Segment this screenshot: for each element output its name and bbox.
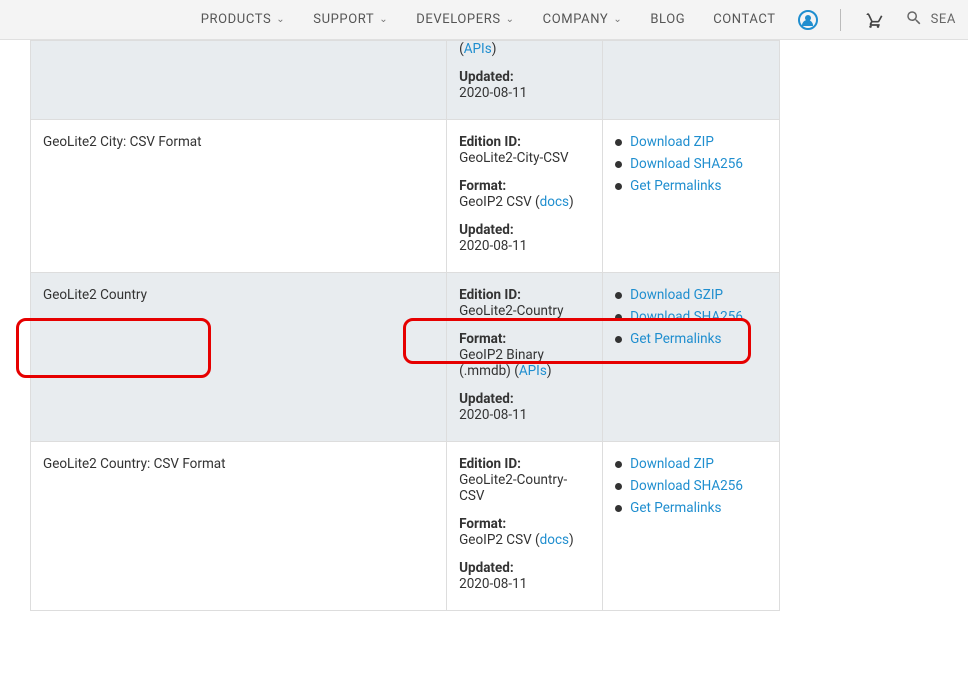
db-name: GeoLite2 Country <box>43 287 147 303</box>
format-value: GeoIP2 Binary (.mmdb) (APIs) <box>459 347 590 379</box>
nav-links: PRODUCTS⌄ SUPPORT⌄ DEVELOPERS⌄ COMPANY⌄ … <box>201 12 776 27</box>
db-meta-cell: Edition ID: GeoLite2-Country Format: Geo… <box>447 273 603 442</box>
apis-link[interactable]: APIs <box>464 41 492 57</box>
download-zip-link[interactable]: Download ZIP <box>630 134 714 150</box>
search-icon <box>905 9 923 31</box>
table-row: GeoLite2 Country: CSV Format Edition ID:… <box>31 442 780 611</box>
top-navigation: PRODUCTS⌄ SUPPORT⌄ DEVELOPERS⌄ COMPANY⌄ … <box>0 0 968 40</box>
db-name-cell: GeoLite2 Country: CSV Format <box>31 442 447 611</box>
bullet-icon <box>615 139 622 146</box>
db-name-cell: GeoLite2 Country <box>31 273 447 442</box>
chevron-down-icon: ⌄ <box>613 14 622 25</box>
db-name-cell: GeoLite2 City: CSV Format <box>31 120 447 273</box>
download-gzip-link[interactable]: Download GZIP <box>630 287 723 303</box>
nav-products[interactable]: PRODUCTS⌄ <box>201 12 286 27</box>
format-value: GeoIP2 CSV (docs) <box>459 532 590 548</box>
edition-id-value: GeoLite2-City-CSV <box>459 150 590 166</box>
table-row: GeoLite2 Country Edition ID: GeoLite2-Co… <box>31 273 780 442</box>
updated-value: 2020-08-11 <box>459 238 590 254</box>
cart-icon[interactable] <box>863 10 883 30</box>
updated-label: Updated: <box>459 391 590 407</box>
db-name: GeoLite2 Country: CSV Format <box>43 456 226 472</box>
edition-id-label: Edition ID: <box>459 287 590 303</box>
bullet-icon <box>615 314 622 321</box>
edition-id-label: Edition ID: <box>459 456 590 472</box>
edition-id-value: GeoLite2-Country-CSV <box>459 472 590 504</box>
nav-blog[interactable]: BLOG <box>650 12 685 27</box>
bullet-icon <box>615 161 622 168</box>
db-meta-cell: (APIs) Updated: 2020-08-11 <box>447 41 603 120</box>
get-permalinks-link[interactable]: Get Permalinks <box>630 178 721 194</box>
updated-label: Updated: <box>459 222 590 238</box>
nav-company[interactable]: COMPANY⌄ <box>543 12 623 27</box>
format-label: Format: <box>459 178 590 194</box>
format-label: Format: <box>459 516 590 532</box>
bullet-icon <box>615 505 622 512</box>
bullet-icon <box>615 461 622 468</box>
db-actions-cell: Download ZIP Download SHA256 Get Permali… <box>603 442 780 611</box>
bullet-icon <box>615 183 622 190</box>
apis-link[interactable]: APIs <box>519 363 547 379</box>
format-label: Format: <box>459 331 590 347</box>
db-meta-cell: Edition ID: GeoLite2-Country-CSV Format:… <box>447 442 603 611</box>
get-permalinks-link[interactable]: Get Permalinks <box>630 500 721 516</box>
download-sha256-link[interactable]: Download SHA256 <box>630 156 743 172</box>
format-value: GeoIP2 CSV (docs) <box>459 194 590 210</box>
download-sha256-link[interactable]: Download SHA256 <box>630 309 743 325</box>
chevron-down-icon: ⌄ <box>506 14 515 25</box>
table-row: GeoLite2 City: CSV Format Edition ID: Ge… <box>31 120 780 273</box>
downloads-table: (APIs) Updated: 2020-08-11 GeoLite2 City… <box>30 40 780 611</box>
chevron-down-icon: ⌄ <box>276 14 285 25</box>
db-name: GeoLite2 City: CSV Format <box>43 134 202 150</box>
db-actions-cell: Download GZIP Download SHA256 Get Permal… <box>603 273 780 442</box>
updated-label: Updated: <box>459 69 590 85</box>
db-actions-cell <box>603 41 780 120</box>
download-sha256-link[interactable]: Download SHA256 <box>630 478 743 494</box>
nav-support[interactable]: SUPPORT⌄ <box>313 12 388 27</box>
db-actions-cell: Download ZIP Download SHA256 Get Permali… <box>603 120 780 273</box>
updated-value: 2020-08-11 <box>459 407 590 423</box>
nav-contact[interactable]: CONTACT <box>713 12 775 27</box>
chevron-down-icon: ⌄ <box>379 14 388 25</box>
bullet-icon <box>615 292 622 299</box>
table-row: (APIs) Updated: 2020-08-11 <box>31 41 780 120</box>
updated-value: 2020-08-11 <box>459 85 590 101</box>
updated-value: 2020-08-11 <box>459 576 590 592</box>
db-name-cell <box>31 41 447 120</box>
db-meta-cell: Edition ID: GeoLite2-City-CSV Format: Ge… <box>447 120 603 273</box>
divider <box>840 9 841 31</box>
search-text: SEA <box>931 12 956 27</box>
get-permalinks-link[interactable]: Get Permalinks <box>630 331 721 347</box>
user-icon[interactable] <box>798 10 818 30</box>
docs-link[interactable]: docs <box>540 194 569 210</box>
download-zip-link[interactable]: Download ZIP <box>630 456 714 472</box>
docs-link[interactable]: docs <box>540 532 569 548</box>
bullet-icon <box>615 336 622 343</box>
search-area[interactable]: SEA <box>905 9 956 31</box>
nav-developers[interactable]: DEVELOPERS⌄ <box>416 12 514 27</box>
edition-id-label: Edition ID: <box>459 134 590 150</box>
bullet-icon <box>615 483 622 490</box>
updated-label: Updated: <box>459 560 590 576</box>
edition-id-value: GeoLite2-Country <box>459 303 590 319</box>
